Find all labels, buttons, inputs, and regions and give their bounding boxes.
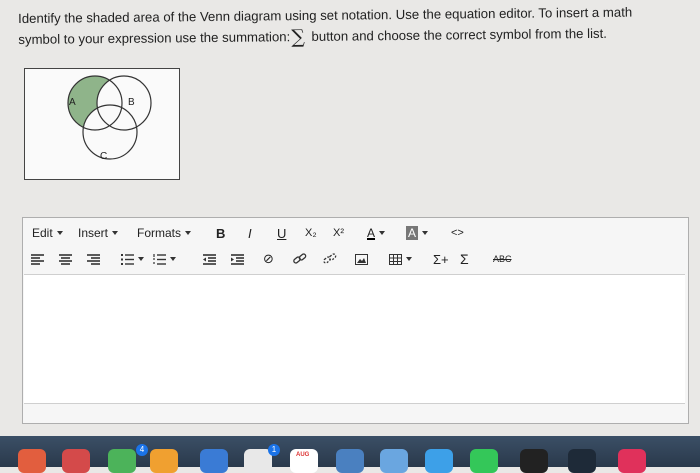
- align-center-icon[interactable]: [59, 248, 72, 270]
- notification-badge: 1: [268, 444, 280, 456]
- app-icon-7[interactable]: [336, 449, 364, 473]
- editor-toolbar-row-2: ⊘ Σ+ Σ ABC: [23, 248, 688, 270]
- label-c: C: [100, 151, 107, 162]
- editor-status-bar: [24, 404, 685, 421]
- menu-formats-label: Formats: [137, 226, 182, 240]
- menu-edit[interactable]: Edit: [32, 222, 63, 244]
- table-button[interactable]: [389, 248, 412, 270]
- chevron-down-icon: [379, 231, 386, 235]
- app-icon-8[interactable]: [380, 449, 408, 473]
- app-icon-13[interactable]: [618, 449, 646, 473]
- menu-edit-label: Edit: [32, 226, 53, 240]
- subscript-button[interactable]: X₂: [305, 222, 317, 244]
- spellcheck-button[interactable]: ABC: [493, 248, 512, 270]
- label-b: B: [128, 97, 135, 108]
- chevron-down-icon: [185, 231, 192, 235]
- italic-button[interactable]: I: [248, 222, 252, 244]
- underline-button[interactable]: U: [277, 222, 286, 244]
- app-icon-3[interactable]: [108, 449, 136, 473]
- summation-button[interactable]: Σ: [460, 248, 469, 270]
- editor-toolbar-row-1: Edit Insert Formats B I U X₂ X² A A <>: [23, 222, 688, 244]
- numbered-list-icon: [153, 253, 166, 265]
- question-line-2-end: button and choose the correct symbol fro…: [311, 25, 607, 44]
- venn-diagram-svg: A B C: [67, 75, 152, 162]
- highlight-color-button[interactable]: A: [406, 222, 429, 244]
- chevron-down-icon: [112, 231, 119, 235]
- align-left-icon[interactable]: [31, 248, 44, 270]
- indent-icon[interactable]: [231, 248, 244, 270]
- venn-diagram: A B C: [24, 68, 180, 180]
- chevron-down-icon: [138, 257, 144, 261]
- question-text: Identify the shaded area of the Venn dia…: [18, 1, 688, 50]
- dock: 4 1 AUG: [0, 436, 700, 473]
- editor-content-area[interactable]: [24, 274, 685, 404]
- chevron-down-icon: [406, 257, 412, 261]
- app-icon-4[interactable]: [150, 449, 178, 473]
- font-color-icon: A: [367, 226, 376, 240]
- menu-insert-label: Insert: [78, 226, 109, 240]
- numbered-list-button[interactable]: [153, 248, 176, 270]
- bullet-list-icon: [121, 253, 134, 265]
- app-icon-12[interactable]: [568, 449, 596, 473]
- link-icon[interactable]: ⊘: [263, 248, 274, 270]
- highlight-icon: A: [406, 226, 419, 240]
- chevron-down-icon: [170, 257, 176, 261]
- image-icon[interactable]: [355, 248, 368, 270]
- menu-insert[interactable]: Insert: [78, 222, 119, 244]
- summation-plus-button[interactable]: Σ+: [433, 248, 449, 270]
- calendar-month-label: AUG: [296, 452, 310, 458]
- app-icon-2[interactable]: [62, 449, 90, 473]
- equation-editor: Edit Insert Formats B I U X₂ X² A A <> ⊘…: [22, 217, 689, 424]
- app-icon-10[interactable]: [470, 449, 498, 473]
- outdent-icon[interactable]: [203, 248, 216, 270]
- menu-formats[interactable]: Formats: [137, 222, 192, 244]
- chevron-down-icon: [422, 231, 429, 235]
- app-icon-1[interactable]: [18, 449, 46, 473]
- question-line-2-start: symbol to your expression use the summat…: [18, 29, 291, 47]
- app-icon-5[interactable]: [200, 449, 228, 473]
- app-icon-9[interactable]: [425, 449, 453, 473]
- font-color-button[interactable]: A: [367, 222, 386, 244]
- chevron-down-icon: [56, 231, 63, 235]
- hyperlink-icon[interactable]: [293, 248, 307, 270]
- app-icon-11[interactable]: [520, 449, 548, 473]
- superscript-button[interactable]: X²: [333, 222, 344, 244]
- source-code-button[interactable]: <>: [451, 222, 464, 244]
- align-right-icon[interactable]: [87, 248, 100, 270]
- notification-badge: 4: [136, 444, 148, 456]
- bold-button[interactable]: B: [216, 222, 225, 244]
- label-a: A: [69, 97, 76, 108]
- bullet-list-button[interactable]: [121, 248, 144, 270]
- table-icon: [389, 253, 402, 265]
- unlink-icon[interactable]: [323, 248, 337, 270]
- summation-symbol-icon: ∑: [291, 25, 305, 49]
